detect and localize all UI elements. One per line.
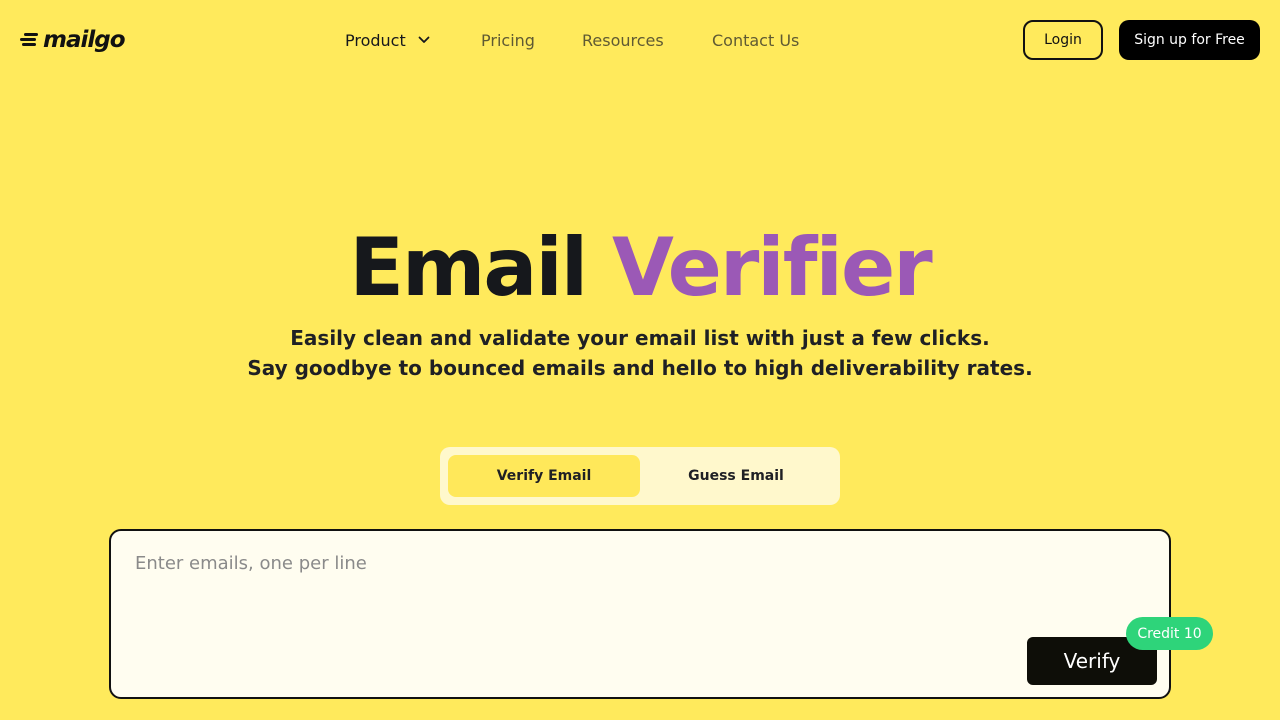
logo-text: mailgo: [43, 27, 126, 53]
page-title: Email Verifier: [0, 222, 1280, 314]
tab-guess-email[interactable]: Guess Email: [640, 455, 832, 497]
logo-mark-icon: [20, 32, 40, 48]
mode-tabs: Verify Email Guess Email: [440, 447, 840, 505]
title-email: Email: [349, 221, 588, 314]
signup-button[interactable]: Sign up for Free: [1119, 20, 1260, 60]
credit-badge: Credit 10: [1126, 617, 1213, 650]
main-nav: Product Pricing Resources Contact Us: [345, 28, 799, 52]
emails-textarea[interactable]: [135, 553, 1015, 673]
nav-item-resources[interactable]: Resources: [582, 31, 712, 50]
mailgo-logo[interactable]: mailgo: [20, 26, 126, 54]
subtitle-line-1: Easily clean and validate your email lis…: [290, 326, 990, 350]
title-verifier: Verifier: [612, 221, 933, 314]
subtitle-line-2: Say goodbye to bounced emails and hello …: [247, 356, 1033, 380]
nav-item-product[interactable]: Product: [345, 31, 481, 50]
chevron-down-icon: [418, 36, 430, 44]
top-header: mailgo Product Pricing Resources Contact…: [0, 0, 1280, 80]
tab-verify-email[interactable]: Verify Email: [448, 455, 640, 497]
nav-item-contact-us[interactable]: Contact Us: [712, 31, 799, 50]
page: mailgo Product Pricing Resources Contact…: [0, 0, 1280, 720]
email-input-box: [109, 529, 1171, 699]
nav-item-label: Product: [345, 30, 406, 50]
nav-item-pricing[interactable]: Pricing: [481, 31, 582, 50]
login-button[interactable]: Login: [1023, 20, 1103, 60]
